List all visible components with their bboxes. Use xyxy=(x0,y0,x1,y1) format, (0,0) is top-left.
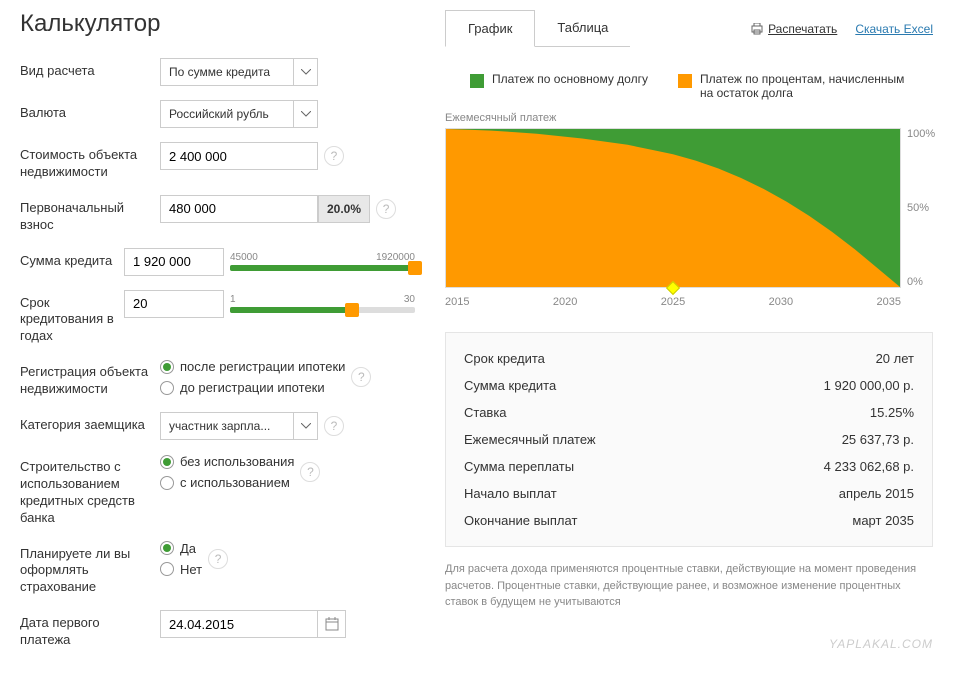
registration-label: Регистрация объекта недвижимости xyxy=(20,359,150,398)
loan-term-label: Срок кредитования в годах xyxy=(20,290,114,346)
slider-min: 45000 xyxy=(230,252,258,263)
chevron-down-icon xyxy=(293,59,317,85)
loan-amount-label: Сумма кредита xyxy=(20,248,114,270)
loan-amount-input[interactable] xyxy=(124,248,224,276)
slider-min: 1 xyxy=(230,294,236,305)
summary-key: Сумма кредита xyxy=(464,378,556,393)
construction-no-radio[interactable]: без использования xyxy=(160,454,294,469)
first-payment-date-input[interactable] xyxy=(160,610,318,638)
summary-key: Срок кредита xyxy=(464,351,545,366)
x-tick: 2035 xyxy=(877,296,901,308)
chevron-down-icon xyxy=(293,101,317,127)
summary-key: Начало выплат xyxy=(464,486,557,501)
legend-label-principal: Платеж по основному долгу xyxy=(492,72,648,86)
registration-before-radio[interactable]: до регистрации ипотеки xyxy=(160,380,345,395)
x-tick: 2025 xyxy=(661,296,685,308)
insurance-yes-radio[interactable]: Да xyxy=(160,541,202,556)
borrower-cat-label: Категория заемщика xyxy=(20,412,150,434)
summary-val: 20 лет xyxy=(876,351,914,366)
summary-key: Ежемесячный платеж xyxy=(464,432,596,447)
help-icon[interactable]: ? xyxy=(324,416,344,436)
summary-val: март 2035 xyxy=(852,513,914,528)
watermark: YAPLAKAL.COM xyxy=(829,637,933,651)
x-tick: 2015 xyxy=(445,296,469,308)
initial-payment-input[interactable] xyxy=(160,195,318,223)
help-icon[interactable]: ? xyxy=(300,462,320,482)
x-tick: 2020 xyxy=(553,296,577,308)
chevron-down-icon xyxy=(293,413,317,439)
calc-type-select[interactable]: По сумме кредита xyxy=(160,58,318,86)
slider-thumb[interactable] xyxy=(345,303,359,317)
printer-icon xyxy=(750,23,764,35)
loan-term-input[interactable] xyxy=(124,290,224,318)
construction-yes-radio[interactable]: с использованием xyxy=(160,475,294,490)
loan-amount-slider[interactable] xyxy=(230,265,415,271)
summary-key: Ставка xyxy=(464,405,507,420)
print-link[interactable]: Распечатать xyxy=(750,22,837,36)
legend-swatch-interest xyxy=(678,74,692,88)
payment-chart: 100% 50% 0% xyxy=(445,128,933,288)
insurance-label: Планируете ли вы оформлять страхование xyxy=(20,541,150,597)
summary-panel: Срок кредита 20 лет Сумма кредита 1 920 00… xyxy=(445,332,933,547)
legend-label-interest: Платеж по процентам, начисленным на оста… xyxy=(700,72,920,100)
currency-label: Валюта xyxy=(20,100,150,122)
property-cost-input[interactable] xyxy=(160,142,318,170)
property-cost-label: Стоимость объекта недвижимости xyxy=(20,142,150,181)
initial-payment-pct: 20.0% xyxy=(318,195,370,223)
help-icon[interactable]: ? xyxy=(208,549,228,569)
chart-title: Ежемесячный платеж xyxy=(445,112,933,124)
loan-term-slider[interactable] xyxy=(230,307,415,313)
page-title: Калькулятор xyxy=(20,10,415,38)
summary-val: 4 233 062,68 р. xyxy=(824,459,914,474)
y-tick: 50% xyxy=(907,202,933,214)
summary-val: 1 920 000,00 р. xyxy=(824,378,914,393)
x-tick: 2030 xyxy=(769,296,793,308)
registration-after-radio[interactable]: после регистрации ипотеки xyxy=(160,359,345,374)
help-icon[interactable]: ? xyxy=(324,146,344,166)
y-tick: 0% xyxy=(907,276,933,288)
initial-payment-label: Первоначальный взнос xyxy=(20,195,150,234)
insurance-no-radio[interactable]: Нет xyxy=(160,562,202,577)
calc-type-label: Вид расчета xyxy=(20,58,150,80)
first-payment-date-label: Дата первого платежа xyxy=(20,610,150,649)
help-icon[interactable]: ? xyxy=(351,367,371,387)
slider-thumb[interactable] xyxy=(408,261,422,275)
borrower-cat-select[interactable]: участник зарпла... xyxy=(160,412,318,440)
slider-max: 30 xyxy=(404,294,415,305)
summary-key: Сумма переплаты xyxy=(464,459,574,474)
currency-select[interactable]: Российский рубль xyxy=(160,100,318,128)
excel-link[interactable]: Скачать Excel xyxy=(855,22,933,36)
y-tick: 100% xyxy=(907,128,933,140)
summary-val: апрель 2015 xyxy=(839,486,914,501)
tab-table[interactable]: Таблица xyxy=(535,10,630,47)
disclaimer-text: Для расчета дохода применяются процентны… xyxy=(445,561,933,611)
summary-val: 25 637,73 р. xyxy=(842,432,914,447)
summary-key: Окончание выплат xyxy=(464,513,577,528)
help-icon[interactable]: ? xyxy=(376,199,396,219)
tab-chart[interactable]: График xyxy=(445,10,535,47)
construction-label: Строительство с использованием кредитных… xyxy=(20,454,150,527)
legend-swatch-principal xyxy=(470,74,484,88)
calendar-icon[interactable] xyxy=(318,610,346,638)
summary-val: 15.25% xyxy=(870,405,914,420)
